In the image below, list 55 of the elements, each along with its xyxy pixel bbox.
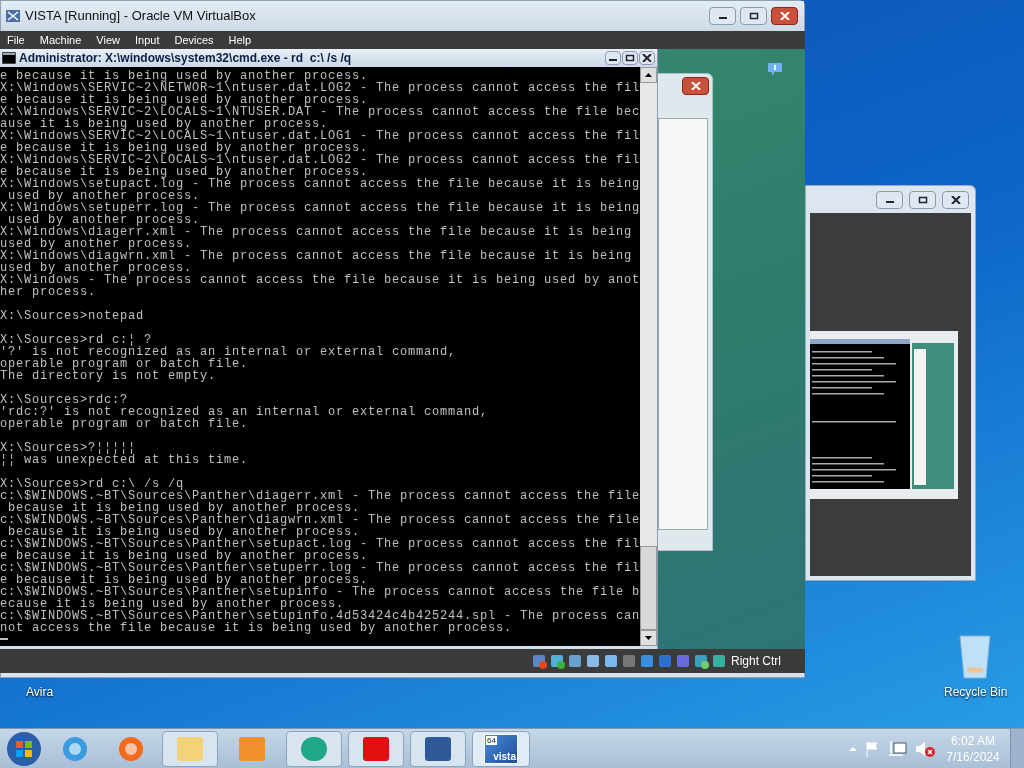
console-line: The directory is not empty.: [0, 370, 217, 382]
console-line: used by another process.: [8, 190, 201, 202]
console-line: e because it is being used by another process.: [0, 166, 369, 178]
menu-item[interactable]: Help: [228, 34, 252, 46]
menu-item[interactable]: Devices: [174, 34, 214, 46]
console-line: e because it is being used by another process.: [0, 142, 369, 154]
console-line: c:\$WINDOWS.~BT\Sources\Panther\diagerr.xml - The process cannot access the file: [0, 490, 640, 502]
console-line: because it is being used by another process.: [8, 526, 361, 538]
console-line: 'rdc:?' is not recognized as an internal or external command,: [0, 406, 489, 418]
console-line: X:\Windows\setuperr.log - The process cannot access the file because it is being: [0, 202, 640, 214]
console-line: X:\Sources>rd c:\ /s /q: [0, 478, 185, 490]
console-line: ecause it is being used by another process.: [0, 598, 345, 610]
console-line: e because it is being used by another process.: [0, 70, 369, 82]
console-line: X:\Windows\SERVIC~2\LOCALS~1\ntuser.dat.LOG1 - The process cannot access the fil: [0, 130, 640, 142]
window-title: VISTA [Running] - Oracle VM VirtualBox: [25, 7, 256, 26]
logo-text: vista: [493, 751, 516, 762]
console-line: X:\Windows\diagwrn.xml - The process cannot access the file because it is being: [0, 250, 633, 262]
console-line: X:\Sources>rdc:?: [0, 394, 129, 406]
console-line: used by another process.: [0, 262, 193, 274]
console-line: used by another process.: [8, 214, 201, 226]
console-line: X:\Windows\SERVIC~2\LOCALS~1\ntuser.dat.LOG2 - The process cannot access the fil: [0, 154, 640, 166]
console-line: c:\$WINDOWS.~BT\Sources\Panther\diagwrn.xml - The process cannot access the file: [0, 514, 640, 526]
console-line: X:\Sources>?¦¦¦¦¦: [0, 442, 137, 454]
console-line: c:\$WINDOWS.~BT\Sources\Panther\setupinfo - The process cannot access the file b: [0, 586, 640, 598]
window-title: Administrator: X:\windows\system32\cmd.exe - rd c:\ /s /q: [19, 50, 352, 67]
menu-item[interactable]: File: [7, 34, 25, 46]
console-line: e because it is being used by another process.: [0, 550, 369, 562]
menu-item[interactable]: Machine: [39, 34, 82, 46]
logo-text: 64: [486, 735, 497, 745]
console-line: X:\Windows\SERVIC~2\LOCALS~1\NTUSER.DAT - The process cannot access the file bec: [0, 106, 640, 118]
menu-item[interactable]: Input: [134, 34, 160, 46]
taskbar-button[interactable]: 64 vista: [472, 730, 530, 767]
desktop-icon-label[interactable]: Avira: [26, 683, 54, 701]
console-line: X:\Windows\diagerr.xml - The process cannot access the file because it is being: [0, 226, 633, 238]
console-line: X:\Windows\SERVIC~2\NETWOR~1\ntuser.dat.LOG2 - The process cannot access the fil: [0, 82, 640, 94]
console-line: e because it is being used by another process.: [0, 574, 369, 586]
console-line: ause it is being used by another process.: [0, 118, 329, 130]
host-key-label: Right Ctrl: [731, 653, 781, 670]
console-line: X:\Sources>notepad: [0, 310, 145, 322]
console-line: because it is being used by another process.: [8, 502, 361, 514]
console-line: X:\Windows - The process cannot access the file because it is being used by anot: [0, 274, 640, 286]
console-line: c:\$WINDOWS.~BT\Sources\Panther\setupinfo.4d53424c4b425244.spl - The process can: [0, 610, 640, 622]
console-line: c:\$WINDOWS.~BT\Sources\Panther\setuperr.log - The process cannot access the fil: [0, 562, 640, 574]
console-line: operable program or batch file.: [0, 358, 249, 370]
console-line: her process.: [0, 286, 96, 298]
console-line: c:\$WINDOWS.~BT\Sources\Panther\setupact.log - The process cannot access the fil: [0, 538, 640, 550]
console-line: ¦¦ was unexpected at this time.: [0, 454, 249, 466]
menu-item[interactable]: View: [96, 34, 120, 46]
console-line: e because it is being used by another process.: [0, 94, 369, 106]
console-line: X:\Windows\setupact.log - The process cannot access the file because it is being: [0, 178, 640, 190]
console-line: X:\Sources>rd c:¦ ?: [0, 334, 153, 346]
console-line: '?' is not recognized as an internal or external command,: [0, 346, 457, 358]
console-line: not access the file because it is being used by another process.: [0, 622, 513, 634]
console-line: operable program or batch file.: [0, 418, 249, 430]
console-line: used by another process.: [0, 238, 193, 250]
